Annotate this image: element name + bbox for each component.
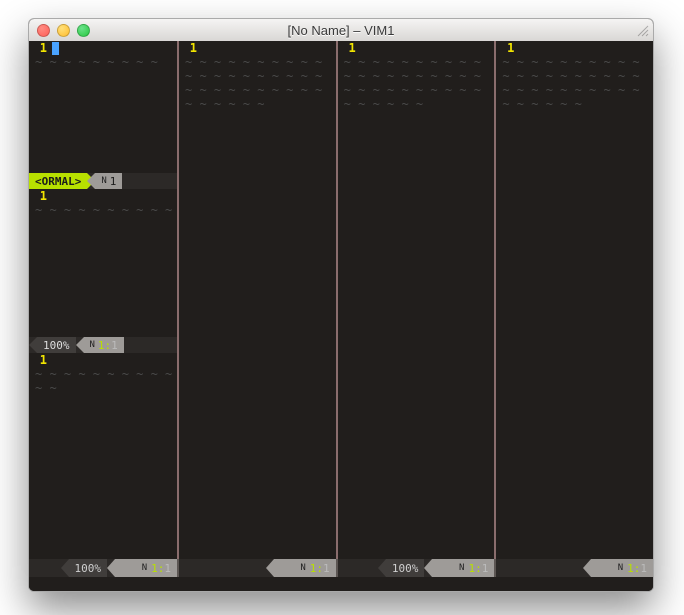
buffer-number: 1 [110,175,117,188]
buffer-indicator-icon: N [90,340,95,350]
tilde-column: ~ ~ ~ ~ ~ ~ ~ ~ ~ ~ ~ ~ ~ ~ ~ ~ ~ ~ ~ ~ … [179,55,336,559]
pane-col4[interactable]: 1 ~ ~ ~ ~ ~ ~ ~ ~ ~ ~ ~ ~ ~ ~ ~ ~ ~ ~ ~ … [496,41,653,559]
line-number: 1 [29,189,51,203]
buffer-line: 1 [29,189,177,203]
global-statusline: 100% N 1:1 N 1:1 100% N 1:1 [29,559,653,577]
position-segment: N 1:1 [432,559,494,577]
line-number: 1 [29,41,51,55]
pane-col3[interactable]: 1 ~ ~ ~ ~ ~ ~ ~ ~ ~ ~ ~ ~ ~ ~ ~ ~ ~ ~ ~ … [338,41,495,559]
percent-segment: 100% [69,559,108,577]
tilde-column: ~ ~ ~ ~ ~ ~ ~ ~ ~ ~ ~ ~ ~ ~ ~ ~ ~ ~ ~ ~ … [338,55,495,559]
buffer-line: 1 [338,41,495,55]
left-column: 1 ~ ~ ~ ~ ~ ~ ~ ~ ~ <ORMAL> N 1 [29,41,177,559]
buffer-segment: N 1 [95,173,122,189]
buffer-indicator-icon: N [142,563,147,573]
line-number: 1 [338,41,360,55]
buffer-line: 1 [179,41,336,55]
buffer-indicator-icon: N [459,563,464,573]
buffer-line: 1 [496,41,653,55]
buffer-line: 1 [29,41,177,55]
tilde-column: ~ ~ ~ ~ ~ ~ ~ ~ ~ ~ ~ ~ ~ ~ ~ ~ ~ ~ ~ ~ … [496,55,653,559]
position-segment: N 1:1 [115,559,177,577]
status-cell: 100% N 1:1 [29,559,177,577]
percent-segment: 100% [37,337,76,353]
buffer-indicator-icon: N [300,563,305,573]
status-cell: 100% N 1:1 [336,559,495,577]
cursor [52,42,59,55]
buffer-indicator-icon: N [618,563,623,573]
buffer-line: 1 [29,353,177,367]
tilde-column: ~ ~ ~ ~ ~ ~ ~ ~ ~ [29,55,177,173]
titlebar[interactable]: [No Name] – VIM1 [29,19,653,42]
app-window: [No Name] – VIM1 1 ~ ~ ~ ~ ~ ~ ~ ~ ~ <OR… [28,18,654,592]
status-cell: N 1:1 [177,559,336,577]
pane-bottom-left[interactable]: 1 ~ ~ ~ ~ ~ ~ ~ ~ ~ ~ ~ ~ [29,353,177,559]
position-segment: N 1:1 [84,337,124,353]
position-segment: N 1:1 [591,559,653,577]
line-number: 1 [29,353,51,367]
pane-col2[interactable]: 1 ~ ~ ~ ~ ~ ~ ~ ~ ~ ~ ~ ~ ~ ~ ~ ~ ~ ~ ~ … [179,41,336,559]
percent-segment: 100% [386,559,425,577]
status-cell: N 1:1 [494,559,653,577]
pane-top-left[interactable]: 1 ~ ~ ~ ~ ~ ~ ~ ~ ~ <ORMAL> N 1 [29,41,177,189]
editor-workspace: 1 ~ ~ ~ ~ ~ ~ ~ ~ ~ <ORMAL> N 1 [29,41,653,591]
command-line[interactable] [29,577,653,591]
statusline: 100% N 1:1 [29,337,177,353]
line-number: 1 [179,41,201,55]
cursor-position: 1:1 [98,339,118,352]
tilde-column: ~ ~ ~ ~ ~ ~ ~ ~ ~ ~ ~ ~ [29,367,177,559]
statusline: <ORMAL> N 1 [29,173,177,189]
tilde-column: ~ ~ ~ ~ ~ ~ ~ ~ ~ ~ [29,203,177,337]
window-title: [No Name] – VIM1 [29,23,653,38]
position-segment: N 1:1 [274,559,336,577]
editor-area: 1 ~ ~ ~ ~ ~ ~ ~ ~ ~ <ORMAL> N 1 [29,41,653,559]
resize-grip-icon[interactable] [635,23,649,37]
pane-mid-left[interactable]: 1 ~ ~ ~ ~ ~ ~ ~ ~ ~ ~ 100% N 1:1 [29,189,177,353]
line-number: 1 [496,41,518,55]
buffer-indicator-icon: N [101,176,106,186]
mode-segment: <ORMAL> [29,173,87,189]
